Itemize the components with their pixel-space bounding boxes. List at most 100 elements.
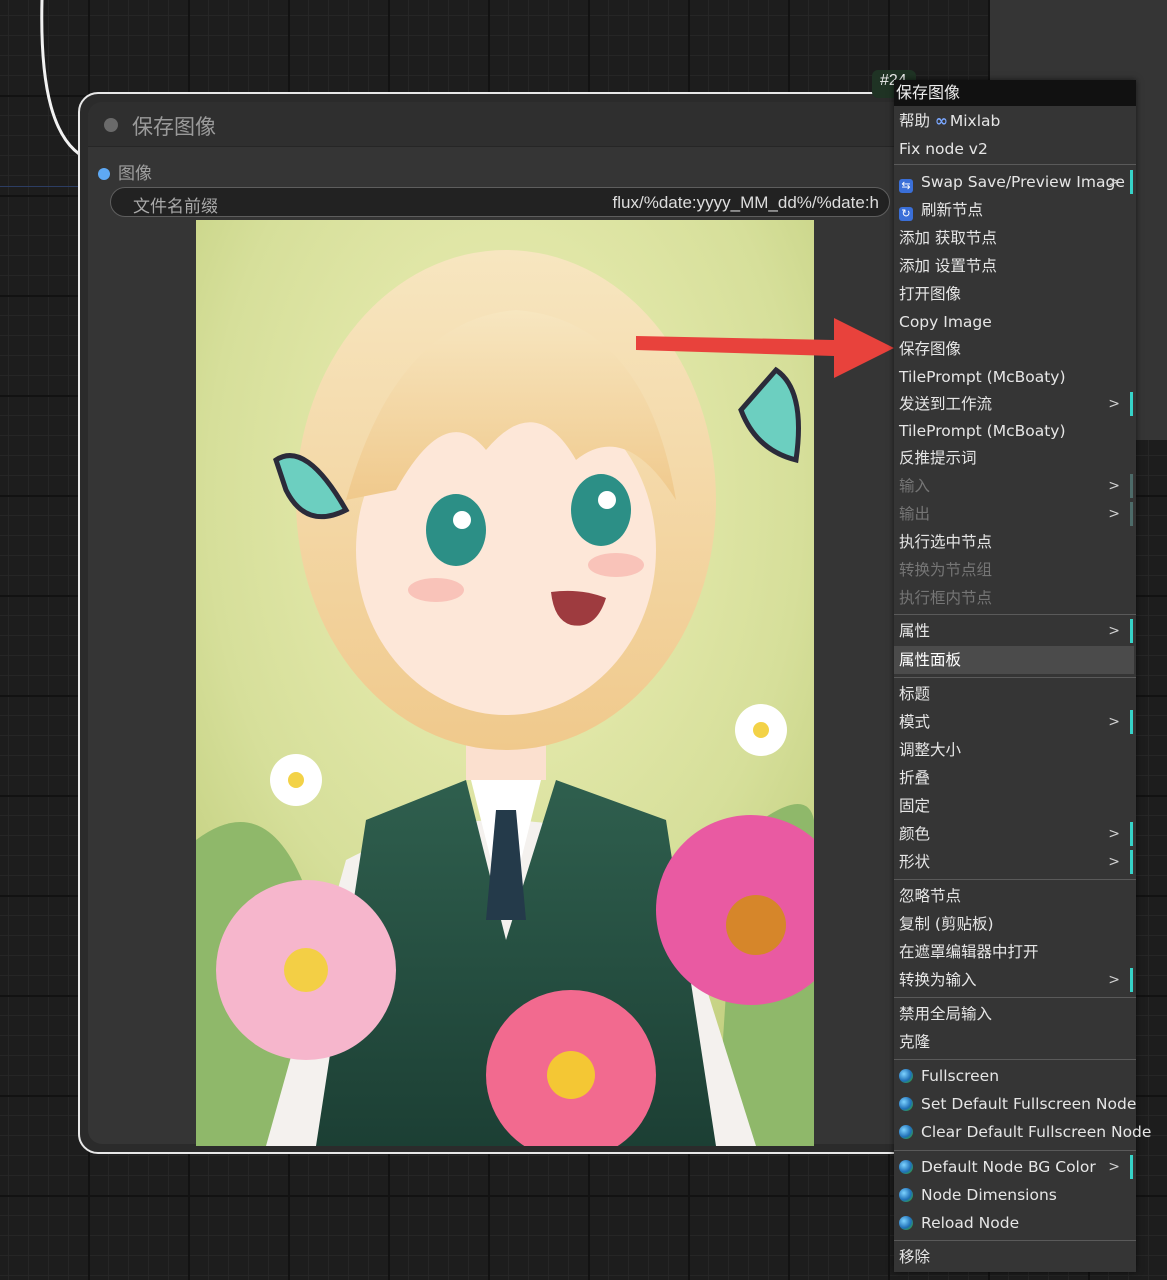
menu-item-remove[interactable]: 移除 (894, 1243, 1134, 1271)
submenu-indicator-bar (1130, 474, 1133, 498)
menu-item-bypass[interactable]: 忽略节点 (894, 882, 1134, 910)
globe-icon (899, 1216, 913, 1230)
menu-item-convert-to-input[interactable]: 转换为输入 > (894, 966, 1134, 994)
node-context-menu: 保存图像 帮助 ∞ Mixlab Fix node v2 ⇆ Swap Save/Pre… (894, 80, 1151, 1272)
menu-separator (894, 677, 1136, 678)
menu-item-shapes[interactable]: 形状 > (894, 848, 1134, 876)
submenu-indicator-bar (1130, 850, 1133, 874)
menu-item-disable-global-input[interactable]: 禁用全局输入 (894, 1000, 1134, 1028)
menu-item-label: 复制 (剪贴板) (899, 915, 994, 933)
menu-item-label: Fullscreen (921, 1067, 1000, 1085)
menu-item-add-set-node[interactable]: 添加 设置节点 (894, 252, 1134, 280)
menu-separator (894, 997, 1136, 998)
menu-item-copy-image[interactable]: Copy Image (894, 308, 1134, 336)
submenu-chevron-icon: > (1108, 854, 1120, 870)
menu-item-fullscreen[interactable]: Fullscreen (894, 1062, 1134, 1090)
menu-item-resize[interactable]: 调整大小 (894, 736, 1134, 764)
submenu-chevron-icon: > (1108, 623, 1120, 639)
menu-item-collapse[interactable]: 折叠 (894, 764, 1134, 792)
menu-item-refresh-node[interactable]: ↻ 刷新节点 (894, 196, 1134, 224)
menu-item-send-to-workflow[interactable]: 发送到工作流 > (894, 390, 1134, 418)
menu-item-label: 添加 设置节点 (899, 257, 997, 275)
menu-item-label: 执行框内节点 (899, 589, 993, 607)
menu-item-inputs: 输入 > (894, 472, 1134, 500)
menu-item-label: 移除 (899, 1248, 931, 1266)
submenu-chevron-icon: > (1108, 396, 1120, 412)
globe-icon (899, 1188, 913, 1202)
menu-item-node-dimensions[interactable]: Node Dimensions (894, 1181, 1134, 1209)
submenu-chevron-icon: > (1108, 826, 1120, 842)
menu-item-colors[interactable]: 颜色 > (894, 820, 1134, 848)
submenu-indicator-bar (1130, 502, 1133, 526)
menu-item-label: 发送到工作流 (899, 395, 993, 413)
submenu-indicator-bar (1130, 170, 1133, 194)
menu-item-label: 形状 (899, 853, 931, 871)
menu-separator (894, 1059, 1136, 1060)
menu-item-swap-save-preview[interactable]: ⇆ Swap Save/Preview Image > (894, 168, 1134, 196)
menu-item-default-bg-color[interactable]: Default Node BG Color > (894, 1153, 1134, 1181)
submenu-chevron-icon: > (1108, 506, 1120, 522)
menu-item-label: 反推提示词 (899, 449, 977, 467)
menu-item-label: 固定 (899, 797, 931, 815)
menu-item-label: 添加 获取节点 (899, 229, 997, 247)
menu-item-reverse-prompt[interactable]: 反推提示词 (894, 444, 1134, 472)
menu-item-copy-clipspace[interactable]: 复制 (剪贴板) (894, 910, 1134, 938)
menu-item-add-get-node[interactable]: 添加 获取节点 (894, 224, 1134, 252)
globe-icon (899, 1069, 913, 1083)
image-input-slot[interactable] (98, 168, 110, 180)
submenu-chevron-icon: > (1108, 714, 1120, 730)
menu-item-pin[interactable]: 固定 (894, 792, 1134, 820)
menu-item-label: TilePrompt (McBoaty) (899, 422, 1066, 440)
refresh-icon: ↻ (899, 207, 913, 221)
menu-item-convert-to-group: 转换为节点组 (894, 556, 1134, 584)
image-input-label: 图像 (118, 164, 152, 184)
menu-item-label: 标题 (899, 685, 931, 703)
menu-item-mode[interactable]: 模式 > (894, 708, 1134, 736)
canvas-link-line (0, 186, 84, 187)
menu-item-run-selected[interactable]: 执行选中节点 (894, 528, 1134, 556)
submenu-chevron-icon: > (1108, 972, 1120, 988)
submenu-indicator-bar (1130, 392, 1133, 416)
menu-item-properties-panel[interactable]: 属性面板 (894, 646, 1134, 674)
menu-item-label: TilePrompt (McBoaty) (899, 368, 1066, 386)
menu-item-label: 模式 (899, 713, 931, 731)
menu-item-properties[interactable]: 属性 > (894, 617, 1134, 645)
submenu-indicator-bar (1130, 822, 1133, 846)
menu-item-suffix: Mixlab (949, 112, 1001, 130)
globe-icon (899, 1097, 913, 1111)
infinity-icon: ∞ (934, 112, 948, 130)
menu-item-help[interactable]: 帮助 ∞ Mixlab (894, 107, 1134, 135)
menu-item-clear-default-fullscreen[interactable]: Clear Default Fullscreen Node (894, 1118, 1151, 1146)
menu-item-title[interactable]: 标题 (894, 680, 1134, 708)
menu-item-label: 转换为输入 (899, 971, 977, 989)
menu-item-tileprompt[interactable]: TilePrompt (McBoaty) (894, 363, 1134, 391)
menu-item-open-image[interactable]: 打开图像 (894, 280, 1134, 308)
menu-item-fix-node[interactable]: Fix node v2 (894, 135, 1134, 163)
menu-item-tileprompt-2[interactable]: TilePrompt (McBoaty) (894, 417, 1134, 445)
menu-item-label: 打开图像 (899, 285, 962, 303)
menu-item-outputs: 输出 > (894, 500, 1134, 528)
menu-separator (894, 1240, 1136, 1241)
menu-item-label: 调整大小 (899, 741, 962, 759)
menu-item-save-image[interactable]: 保存图像 (894, 335, 1134, 363)
node-header[interactable]: 保存图像 (88, 102, 966, 147)
menu-item-label: 克隆 (899, 1033, 931, 1051)
collapse-toggle-icon[interactable] (104, 118, 118, 132)
menu-item-open-mask-editor[interactable]: 在遮罩编辑器中打开 (894, 938, 1134, 966)
menu-item-reload-node[interactable]: Reload Node (894, 1209, 1134, 1237)
menu-item-clone[interactable]: 克隆 (894, 1028, 1134, 1056)
menu-item-set-default-fullscreen[interactable]: Set Default Fullscreen Node (894, 1090, 1136, 1118)
globe-icon (899, 1160, 913, 1174)
globe-icon (899, 1125, 913, 1139)
menu-item-label: 刷新节点 (921, 201, 984, 219)
menu-item-label: 禁用全局输入 (899, 1005, 993, 1023)
filename-prefix-field[interactable]: 文件名前缀 flux/%date:yyyy_MM_dd%/%date:h (110, 187, 890, 217)
menu-item-label: 属性面板 (899, 651, 962, 669)
menu-item-label: 颜色 (899, 825, 931, 843)
submenu-indicator-bar (1130, 710, 1133, 734)
submenu-indicator-bar (1130, 1155, 1133, 1179)
annotation-arrow (636, 318, 894, 378)
menu-item-label: 忽略节点 (899, 887, 962, 905)
menu-item-label: Clear Default Fullscreen Node (921, 1123, 1152, 1141)
menu-item-label: 输出 (899, 505, 931, 523)
